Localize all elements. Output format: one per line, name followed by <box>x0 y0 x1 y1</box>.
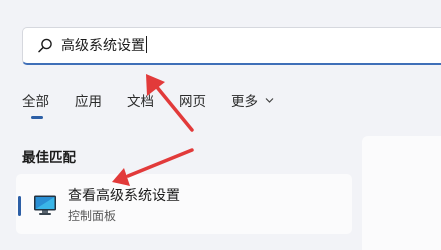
active-tab-indicator <box>31 116 43 119</box>
search-input[interactable]: 高级系统设置 <box>61 36 147 56</box>
best-match-result[interactable]: 查看高级系统设置 控制面板 <box>16 174 352 234</box>
control-panel-monitor-icon <box>34 195 56 215</box>
result-title: 查看高级系统设置 <box>68 188 180 204</box>
tab-web[interactable]: 网页 <box>179 92 206 112</box>
chevron-down-icon <box>265 98 274 103</box>
tab-apps[interactable]: 应用 <box>75 92 102 112</box>
tab-all[interactable]: 全部 <box>22 92 49 112</box>
result-subtitle: 控制面板 <box>68 209 117 223</box>
best-match-heading: 最佳匹配 <box>22 150 76 166</box>
text-caret <box>146 36 147 53</box>
search-filter-tabs: 全部 应用 文档 网页 更多 <box>0 92 441 116</box>
selection-indicator <box>18 196 21 216</box>
tab-more-label: 更多 <box>231 94 258 110</box>
tab-more[interactable]: 更多 <box>231 92 274 112</box>
tab-documents[interactable]: 文档 <box>127 92 154 112</box>
search-icon <box>38 38 52 53</box>
search-box[interactable]: 高级系统设置 <box>22 27 441 65</box>
search-input-value: 高级系统设置 <box>61 38 145 54</box>
result-preview-panel <box>362 136 441 250</box>
